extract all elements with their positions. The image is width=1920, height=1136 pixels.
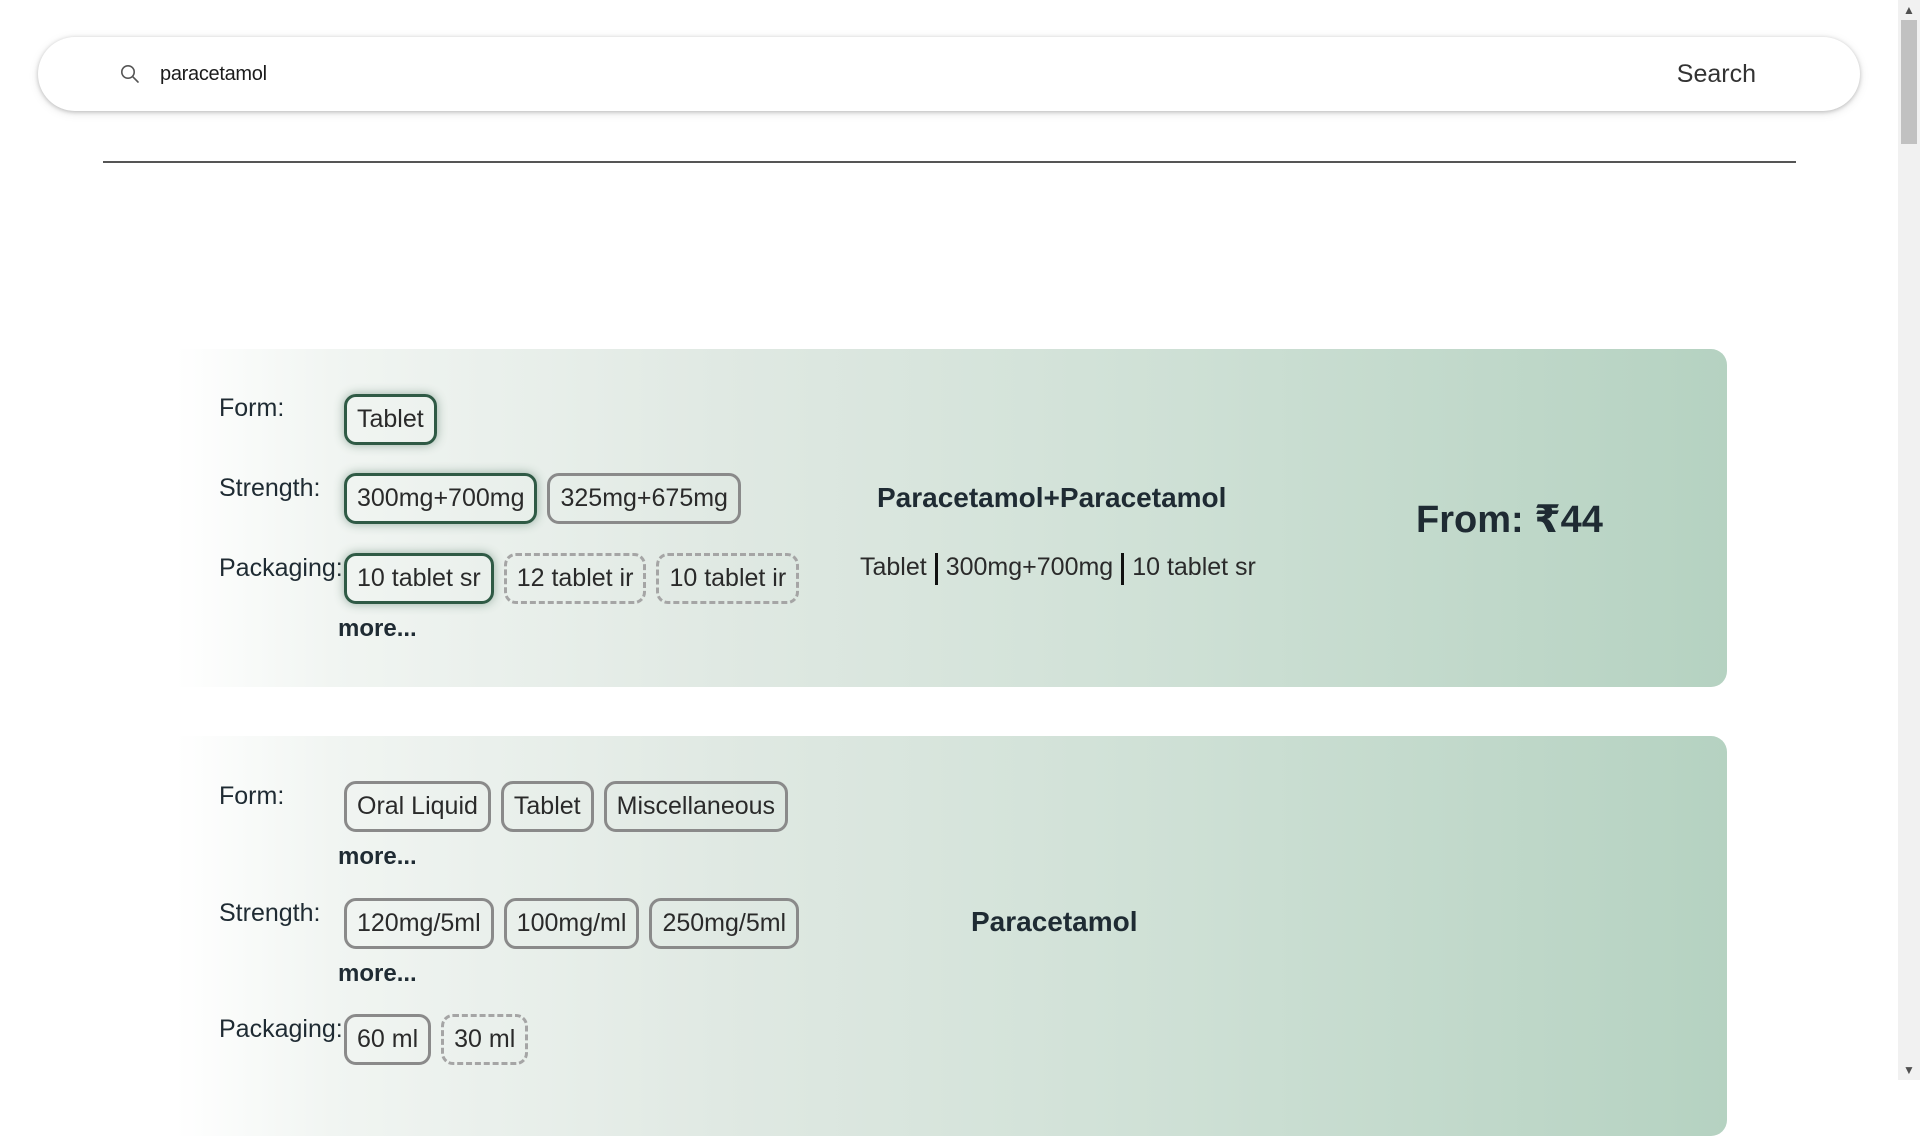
packaging-options: 60 ml 30 ml: [344, 1014, 529, 1065]
result-card[interactable]: Form: Oral Liquid Tablet Miscellaneous m…: [176, 736, 1727, 1136]
strength-option-chip[interactable]: 325mg+675mg: [547, 473, 741, 524]
search-icon: [121, 65, 139, 83]
packaging-option-chip[interactable]: 10 tablet sr: [344, 553, 494, 604]
packaging-option-chip[interactable]: 60 ml: [344, 1014, 432, 1065]
packaging-option-chip[interactable]: 10 tablet ir: [656, 553, 800, 604]
search-bar: Search: [38, 37, 1860, 111]
summary-strength: 300mg+700mg: [945, 553, 1114, 581]
divider: [103, 161, 1796, 163]
search-button[interactable]: Search: [1677, 55, 1756, 93]
more-form-link[interactable]: more...: [338, 843, 417, 871]
more-strength-link[interactable]: more...: [338, 960, 417, 988]
form-options: Oral Liquid Tablet Miscellaneous: [344, 781, 789, 832]
form-option-chip[interactable]: Tablet: [344, 394, 437, 445]
scroll-up-arrow-icon[interactable]: ▲: [1903, 3, 1915, 17]
strength-option-chip[interactable]: 120mg/5ml: [344, 898, 494, 949]
strength-option-chip[interactable]: 300mg+700mg: [344, 473, 538, 524]
strength-label: Strength:: [219, 474, 321, 502]
packaging-options: 10 tablet sr 12 tablet ir 10 tablet ir: [344, 553, 800, 604]
price: From: ₹44: [1416, 499, 1603, 541]
page-scrollbar[interactable]: ▲ ▼: [1898, 0, 1920, 1080]
result-card[interactable]: Form: Tablet Strength: 300mg+700mg 325mg…: [176, 349, 1727, 687]
scroll-down-arrow-icon[interactable]: ▼: [1903, 1063, 1915, 1077]
form-option-chip[interactable]: Oral Liquid: [344, 781, 491, 832]
strength-options: 300mg+700mg 325mg+675mg: [344, 473, 741, 524]
summary-separator: [1121, 553, 1125, 585]
packaging-option-chip[interactable]: 12 tablet ir: [503, 553, 647, 604]
product-name: Paracetamol: [971, 906, 1138, 937]
packaging-option-chip[interactable]: 30 ml: [441, 1014, 529, 1065]
strength-option-chip[interactable]: 100mg/ml: [503, 898, 640, 949]
summary-form: Tablet: [860, 553, 927, 581]
scrollbar-thumb[interactable]: [1901, 20, 1917, 144]
strength-options: 120mg/5ml 100mg/ml 250mg/5ml: [344, 898, 800, 949]
summary-packaging: 10 tablet sr: [1132, 553, 1256, 581]
packaging-label: Packaging:: [219, 554, 343, 582]
product-name: Paracetamol+Paracetamol: [877, 482, 1227, 513]
form-option-chip[interactable]: Miscellaneous: [603, 781, 789, 832]
strength-option-chip[interactable]: 250mg/5ml: [649, 898, 800, 949]
summary-separator: [934, 553, 938, 585]
more-packaging-link[interactable]: more...: [338, 615, 417, 643]
packaging-label: Packaging:: [219, 1015, 343, 1043]
search-input[interactable]: [160, 55, 1560, 93]
strength-label: Strength:: [219, 899, 321, 927]
form-option-chip[interactable]: Tablet: [500, 781, 594, 832]
selection-summary: Tablet 300mg+700mg 10 tablet sr: [860, 553, 1256, 585]
form-label: Form:: [219, 782, 285, 810]
form-label: Form:: [219, 394, 285, 422]
form-options: Tablet: [344, 394, 437, 445]
